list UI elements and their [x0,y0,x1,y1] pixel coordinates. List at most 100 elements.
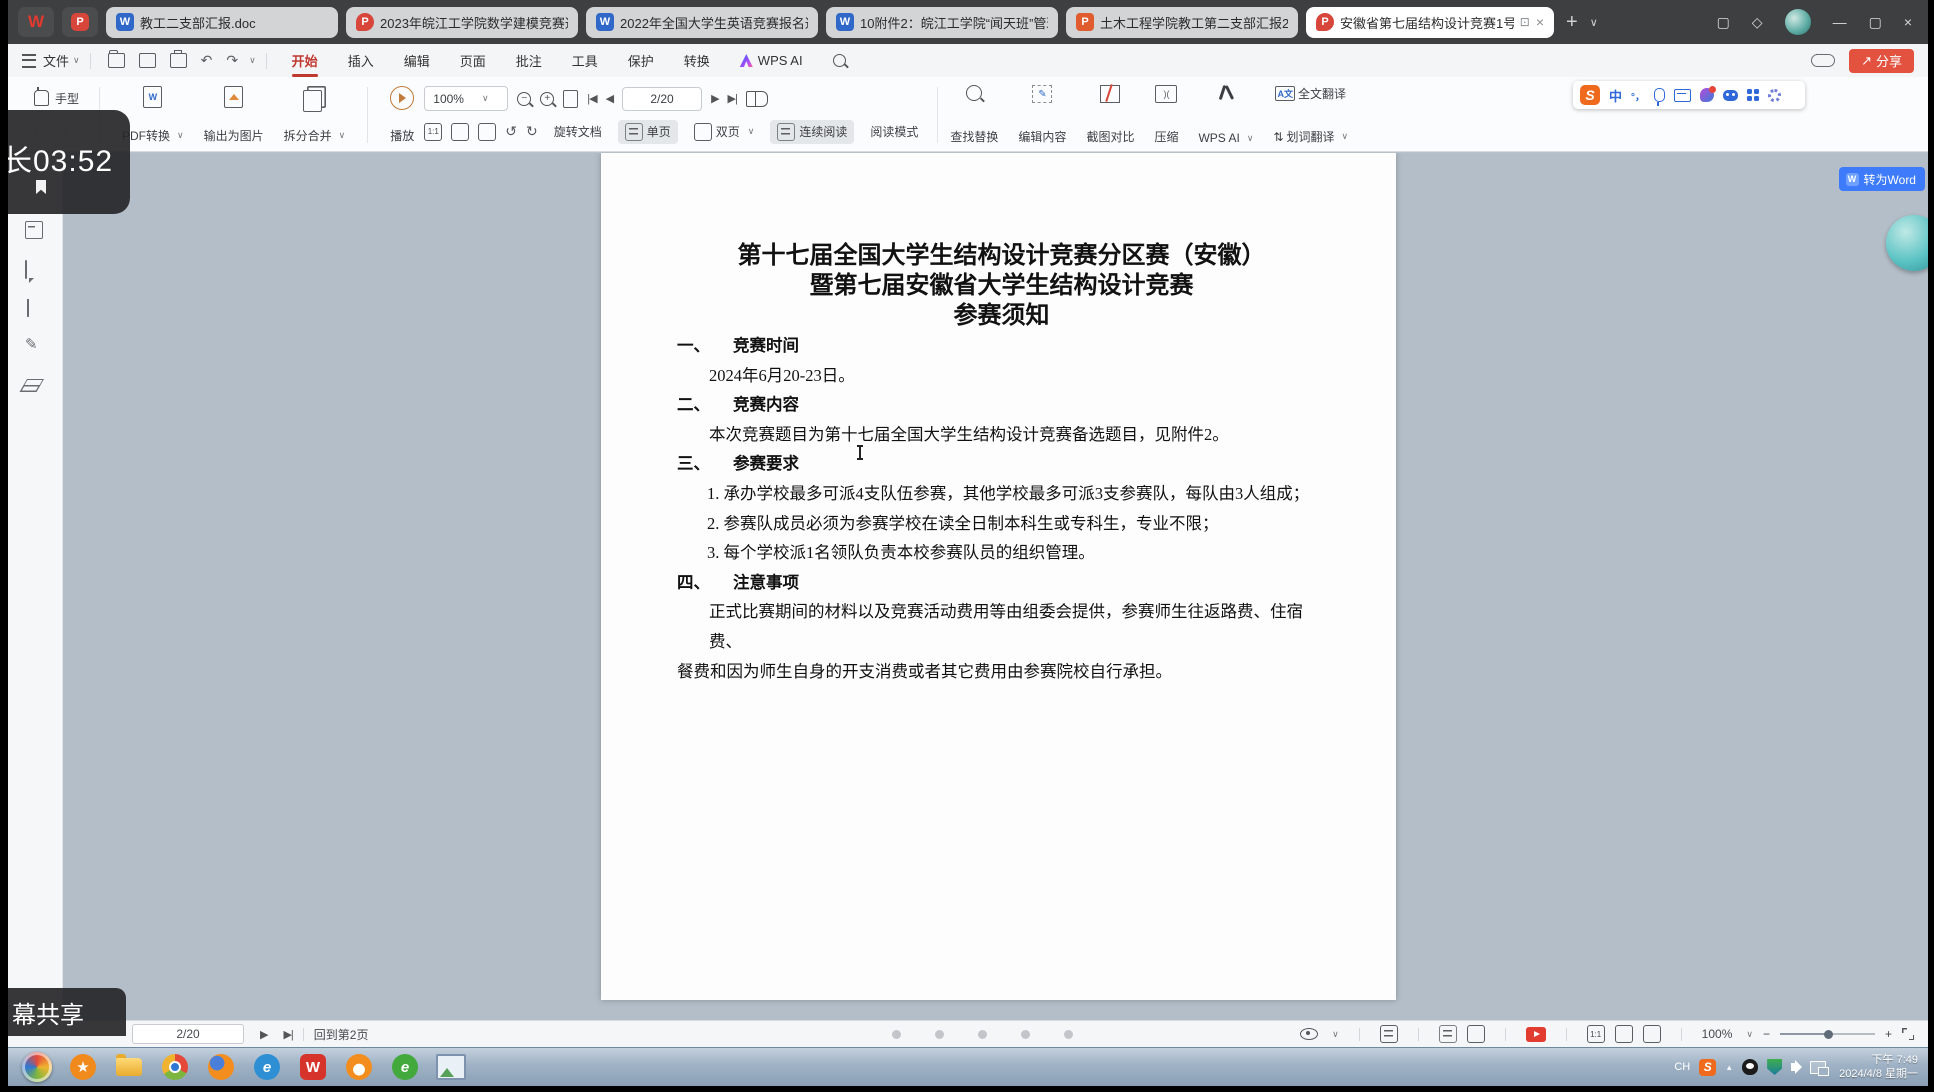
tab-convert[interactable]: 转换 [669,44,725,77]
zoom-in-button[interactable]: + [1885,1027,1892,1041]
first-page-button[interactable]: |◀ [587,92,596,105]
search-button[interactable] [818,44,861,77]
chevron-down-icon[interactable]: ∨ [1332,1029,1339,1040]
tab-wps-ai[interactable]: WPS AI [725,44,818,77]
tab-home[interactable]: 开始 [277,44,333,77]
last-page-button[interactable]: ▶| [728,92,737,105]
wps-ai-button[interactable]: WPS AI∨ [1198,83,1253,147]
keyboard-icon[interactable] [1674,89,1691,102]
workspace-icon[interactable]: ▢ [1717,14,1730,31]
qq-tray-icon[interactable] [1742,1059,1758,1075]
word-translate-button[interactable]: ⇅ 划词翻译 ∨ [1273,128,1348,145]
language-indicator[interactable]: CH [1674,1061,1690,1073]
punctuation-icon[interactable]: °， [1631,88,1645,103]
zoom-select[interactable]: 100% ∨ [424,86,508,111]
last-page-button[interactable]: ▶| [283,1028,292,1041]
sogou-tray-icon[interactable]: S [1699,1059,1716,1076]
document-area[interactable]: 第十七届全国大学生结构设计竞赛分区赛（安徽） 暨第七届安徽省大学生结构设计竞赛 … [63,153,1928,1021]
rotate-left-icon[interactable]: ↺ [505,123,517,140]
quick-access-chevron-icon[interactable]: ∨ [249,55,256,66]
start-button[interactable] [22,1052,52,1082]
single-page-button[interactable]: 单页 [618,120,678,144]
tab-annotate[interactable]: 批注 [501,44,557,77]
rotate-doc-button[interactable]: 旋转文档 [547,120,609,143]
stamp-panel-icon[interactable] [23,379,44,386]
zoom-in-icon[interactable]: + [540,92,554,106]
minimize-button[interactable]: — [1833,14,1847,30]
fit-page-icon[interactable] [451,123,469,141]
tab-tools[interactable]: 工具 [557,44,613,77]
convert-to-word-button[interactable]: W 转为Word [1839,167,1925,191]
page-indicator-input[interactable]: 2/20 [132,1024,244,1044]
maximize-button[interactable]: ▢ [1869,14,1882,31]
read-mode-button[interactable]: 阅读模式 [863,120,925,143]
reading-book-icon[interactable] [746,91,768,107]
fit-width-icon[interactable] [1643,1025,1661,1043]
open-file-icon[interactable] [108,53,125,68]
tab-doc-1[interactable]: W 教工二支部汇报.doc [106,7,338,38]
save-icon[interactable] [139,53,156,68]
annotation-pen-icon[interactable]: ✎ [25,335,38,353]
play-button[interactable] [1526,1027,1546,1042]
fit-width-icon[interactable] [478,123,496,141]
toolbox-grid-icon[interactable] [1747,89,1759,101]
network-icon[interactable] [1810,1061,1826,1074]
next-page-button[interactable]: ▶ [711,92,718,105]
tab-edit[interactable]: 编辑 [389,44,445,77]
settings-gear-icon[interactable] [1768,89,1781,102]
continuous-reading-button[interactable]: 连续阅读 [770,120,854,144]
taskbar-browser-orange[interactable] [344,1052,374,1082]
view-options-eye-icon[interactable] [1300,1028,1318,1040]
input-method-toolbar[interactable]: S 中 °， [1573,81,1805,109]
tab-doc-active[interactable]: P 安徽省第七届结构设计竞赛1号 ⊡ × [1306,7,1554,38]
pdf-app-button[interactable]: P [62,7,98,37]
previous-page-button[interactable]: ◀ [606,92,613,105]
tab-protect[interactable]: 保护 [613,44,669,77]
actual-size-icon[interactable]: 1:1 [1587,1025,1605,1043]
edit-content-button[interactable]: ✎ 编辑内容 [1018,83,1066,147]
screenshot-compare-button[interactable]: 截图对比 [1086,83,1134,147]
tab-doc-5[interactable]: P 土木工程学院教工第二支部汇报2.ppt [1066,7,1298,38]
taskbar-browser-360[interactable]: ★ [68,1052,98,1082]
sogou-logo-icon[interactable]: S [1580,85,1600,105]
volume-icon[interactable] [1791,1063,1797,1071]
tab-doc-4[interactable]: W 10附件2：皖江工学院“闻天班”管理 [826,7,1058,38]
tab-close-icon[interactable]: × [1536,14,1544,30]
page-number-input[interactable]: 2/20 [622,87,702,111]
fullscreen-icon[interactable] [1902,1028,1914,1040]
split-merge-button[interactable]: 拆分合并∨ [274,83,356,147]
actual-size-icon[interactable]: 1:1 [424,123,442,141]
assistant-floating-ball[interactable] [1886,215,1928,271]
avatar[interactable] [1785,9,1811,35]
tab-insert[interactable]: 插入 [333,44,389,77]
undo-icon[interactable]: ↶ [201,52,213,69]
taskbar-wps[interactable]: W [298,1052,328,1082]
find-replace-button[interactable]: 查找替换 [950,83,998,147]
taskbar-file-explorer[interactable] [114,1052,144,1082]
tab-page[interactable]: 页面 [445,44,501,77]
zoom-percent[interactable]: 100% [1702,1027,1733,1041]
share-button[interactable]: ↗ 分享 [1849,49,1914,73]
cloud-sync-icon[interactable] [1811,54,1835,67]
chevron-down-icon[interactable]: ∨ [1746,1029,1753,1040]
taskbar-internet-explorer[interactable]: e [252,1052,282,1082]
tab-list-chevron-icon[interactable]: ∨ [1590,16,1598,29]
full-translate-button[interactable]: A文 全文翻译 [1275,85,1346,102]
app-box-icon[interactable]: ◇ [1752,14,1763,31]
thumbnails-panel-icon[interactable] [25,221,43,239]
microphone-icon[interactable] [1654,88,1665,102]
hamburger-menu-icon[interactable] [22,54,36,68]
pdf-page[interactable]: 第十七届全国大学生结构设计竞赛分区赛（安徽） 暨第七届安徽省大学生结构设计竞赛 … [601,153,1396,1000]
new-page-icon[interactable] [563,90,578,108]
next-page-button[interactable]: ▶ [260,1028,267,1041]
double-page-button[interactable]: 双页 ∨ [687,120,762,144]
attachments-panel-icon[interactable] [27,299,29,317]
rotate-right-icon[interactable]: ↻ [526,123,538,140]
continuous-view-icon[interactable] [1380,1025,1398,1043]
zoom-slider[interactable] [1780,1033,1875,1035]
redo-icon[interactable]: ↷ [226,52,238,69]
print-icon[interactable] [170,53,187,68]
double-page-view-icon[interactable] [1467,1025,1485,1043]
bookmark-icon[interactable] [36,180,46,194]
export-image-button[interactable]: 输出为图片 [194,83,274,147]
